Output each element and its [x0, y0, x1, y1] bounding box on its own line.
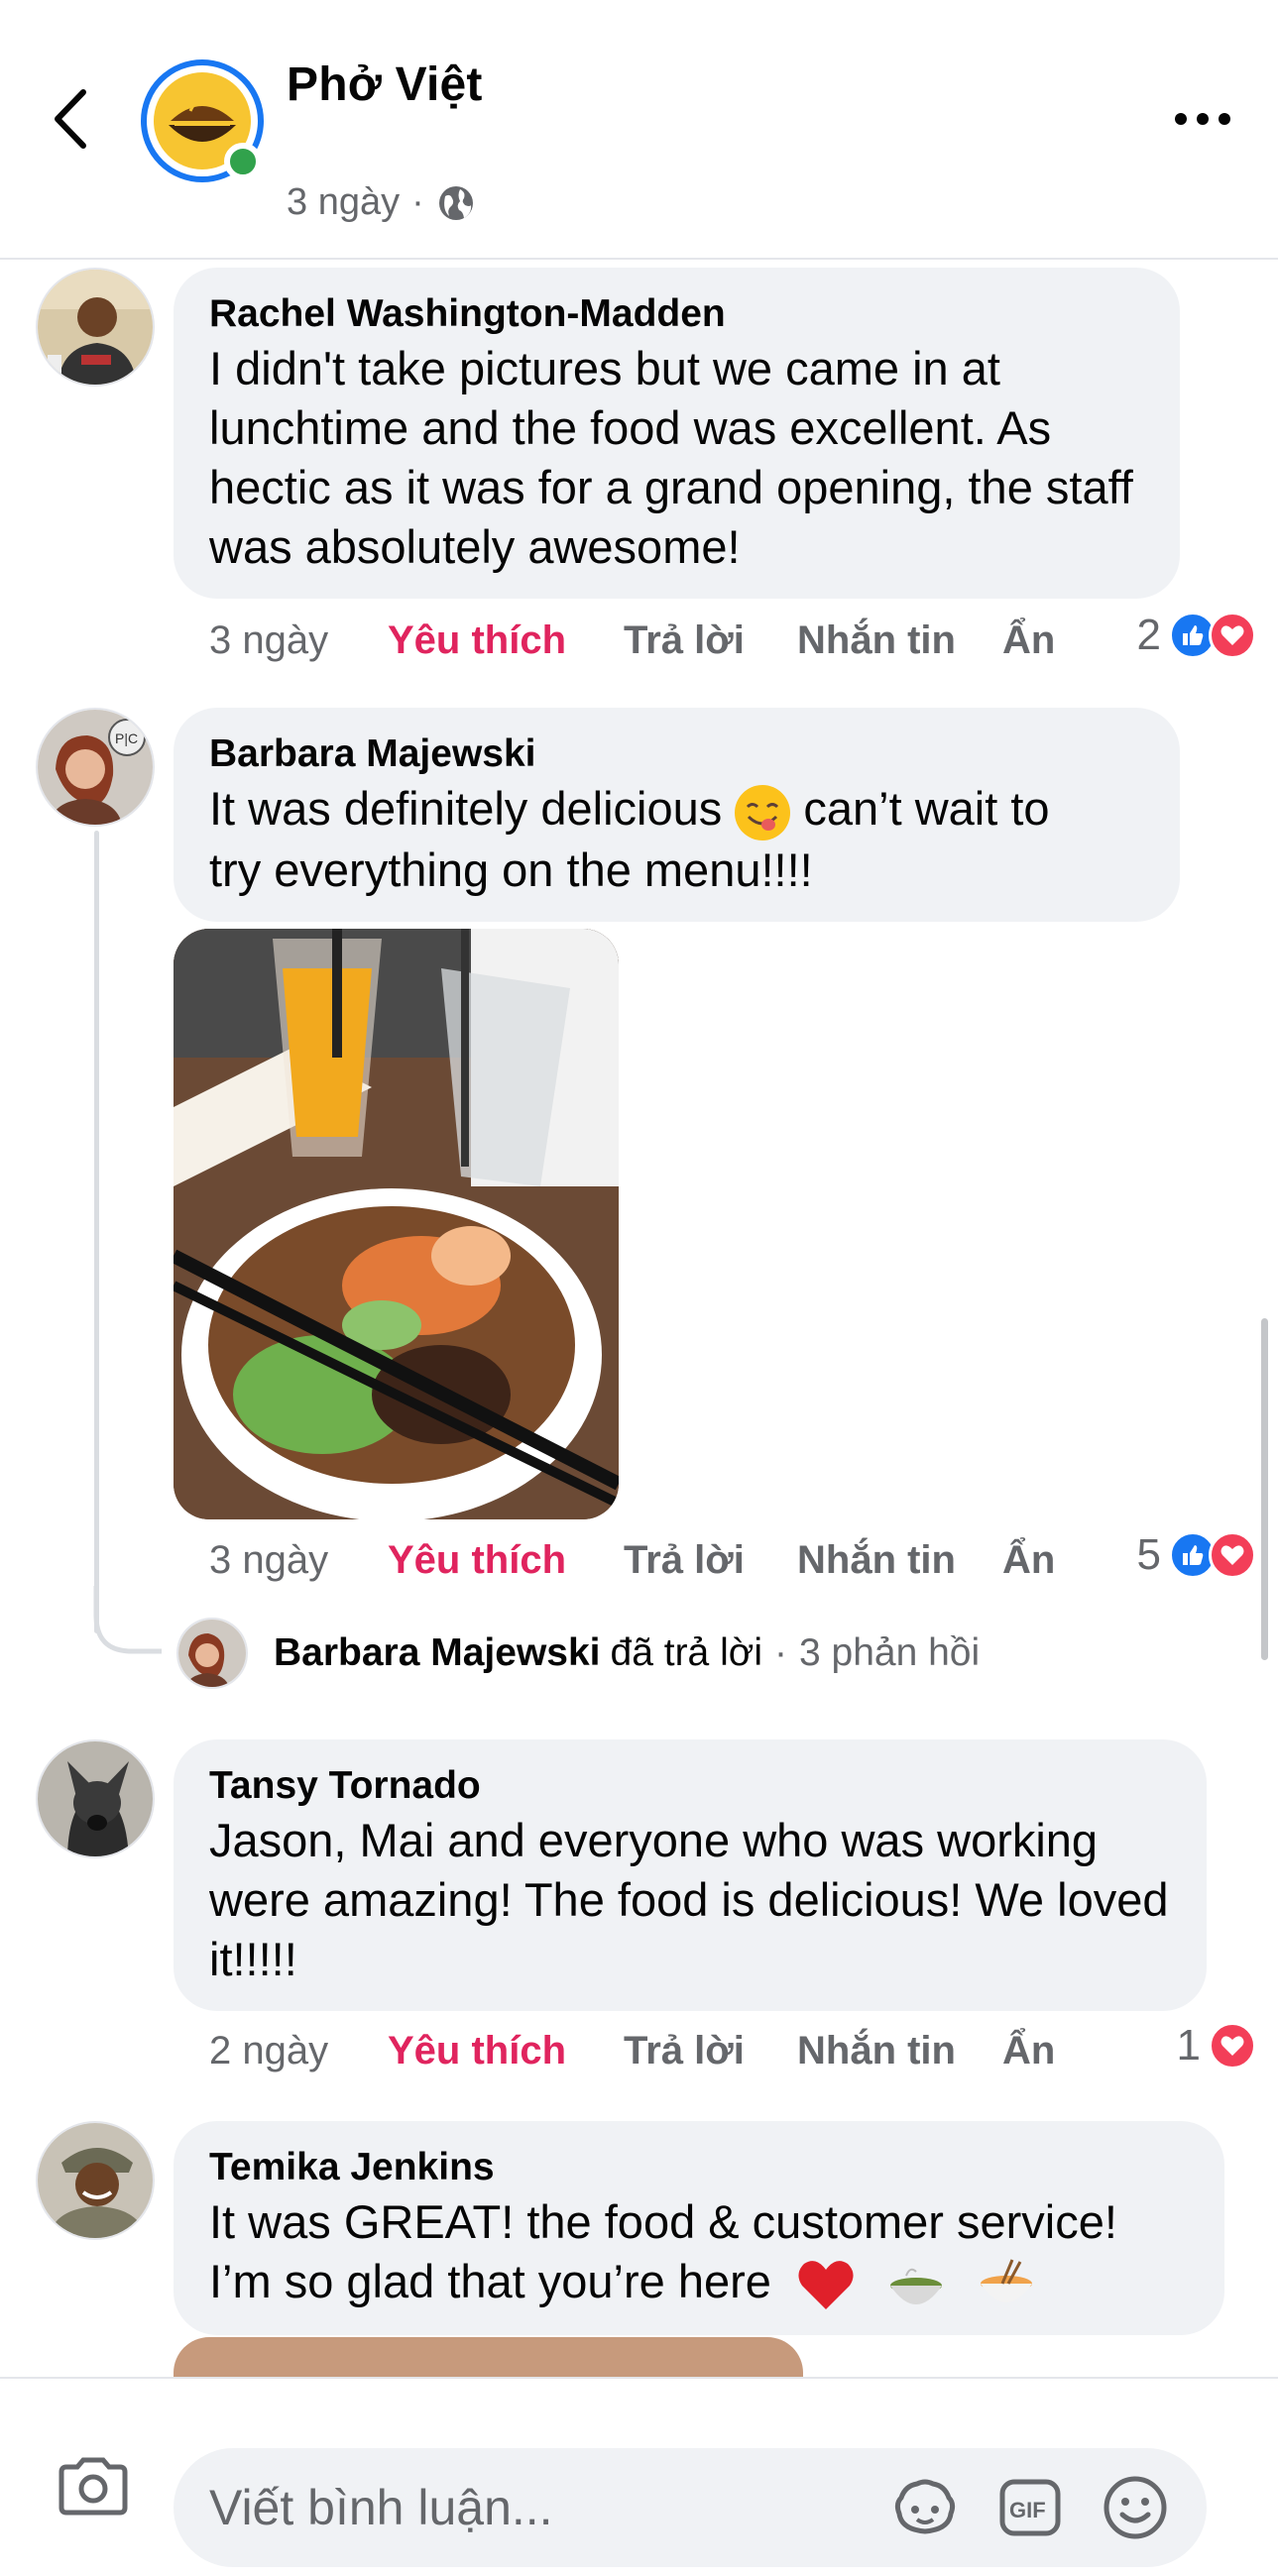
reply-action: đã trả lời — [610, 1631, 762, 1674]
comment-time[interactable]: 3 ngày — [209, 1538, 388, 1583]
reply-separator: · — [773, 1631, 787, 1674]
page-name[interactable]: Phở Việt — [287, 57, 483, 112]
reaction-summary[interactable]: 5 — [1137, 1530, 1256, 1580]
camera-button[interactable] — [58, 2456, 137, 2527]
comment-time[interactable]: 2 ngày — [209, 2029, 388, 2073]
comment-photo[interactable] — [174, 929, 619, 1519]
like-button[interactable]: Yêu thích — [388, 2029, 624, 2073]
comment-text-line: I’m so glad that you’re here — [209, 2255, 771, 2307]
camera-icon — [58, 2457, 128, 2516]
comment-bubble[interactable]: Rachel Washington-Madden I didn't take p… — [174, 268, 1180, 599]
comment-text: It was GREAT! the food & customer servic… — [209, 2192, 1189, 2313]
comment-author[interactable]: Tansy Tornado — [209, 1763, 1171, 1809]
avatar[interactable] — [36, 268, 155, 387]
avatar[interactable] — [36, 1739, 155, 1858]
dot-icon — [1175, 113, 1187, 125]
post-header: Phở Việt 3 ngày · — [0, 0, 1278, 260]
reply-button[interactable]: Trả lời — [624, 2029, 797, 2073]
comment-bubble[interactable]: Temika Jenkins It was GREAT! the food & … — [174, 2121, 1224, 2335]
reply-author: Barbara Majewski — [274, 1631, 601, 1674]
reply-avatar — [176, 1618, 248, 1689]
comment-text-line: It was GREAT! the food & customer servic… — [209, 2195, 1117, 2248]
hide-button[interactable]: Ẩn — [1002, 2029, 1055, 2073]
thread-connector — [93, 1586, 162, 1654]
reply-button[interactable]: Trả lời — [624, 618, 797, 663]
hide-button[interactable]: Ẩn — [1002, 618, 1055, 663]
online-status-dot — [224, 143, 262, 180]
ramen-bowl-emoji — [981, 2259, 1033, 2302]
avatar-sticker-icon — [894, 2479, 956, 2534]
comment-actions: 3 ngày Yêu thích Trả lời Nhắn tin Ẩn — [209, 1530, 1055, 1590]
comment-input[interactable] — [209, 2470, 824, 2545]
comment-time[interactable]: 3 ngày — [209, 618, 388, 663]
emoji-icon — [1104, 2476, 1167, 2539]
reaction-count: 5 — [1136, 1530, 1161, 1579]
comment-actions: 3 ngày Yêu thích Trả lời Nhắn tin Ẩn — [209, 611, 1055, 670]
post-meta: 3 ngày · — [287, 181, 476, 224]
comment-input-container: GIF — [174, 2448, 1207, 2567]
svg-text:GIF: GIF — [1009, 2498, 1046, 2522]
globe-icon — [438, 185, 473, 220]
comment-text-part: can’t wait to — [790, 782, 1050, 835]
svg-text:P|C: P|C — [115, 730, 138, 746]
message-button[interactable]: Nhắn tin — [797, 1538, 1002, 1583]
reply-count: 3 phản hồi — [798, 1631, 981, 1674]
back-button[interactable] — [40, 79, 99, 159]
reaction-summary[interactable]: 1 — [1177, 2021, 1256, 2071]
love-icon — [1209, 612, 1256, 659]
love-icon — [1209, 1531, 1256, 1579]
meta-separator: · — [411, 181, 424, 223]
comment-author[interactable]: Rachel Washington-Madden — [209, 291, 1144, 337]
hide-button[interactable]: Ẩn — [1002, 1538, 1055, 1583]
comment-bubble[interactable]: Barbara Majewski It was definitely delic… — [174, 708, 1180, 922]
scrollbar[interactable] — [1261, 1318, 1268, 1660]
comment-actions: 2 ngày Yêu thích Trả lời Nhắn tin Ẩn — [209, 2021, 1055, 2080]
comment-author[interactable]: Barbara Majewski — [209, 731, 1144, 777]
thread-line — [94, 831, 99, 1633]
reply-button[interactable]: Trả lời — [624, 1538, 797, 1583]
comment-text-part: try everything on the menu!!!! — [209, 842, 813, 896]
reaction-count: 2 — [1136, 611, 1161, 659]
gif-icon: GIF — [999, 2479, 1061, 2536]
dot-icon — [1219, 113, 1230, 125]
reaction-count: 1 — [1176, 2021, 1201, 2070]
message-button[interactable]: Nhắn tin — [797, 618, 1002, 663]
pho-bowl-emoji — [890, 2268, 943, 2304]
yum-face-emoji — [735, 784, 791, 840]
chevron-left-icon — [55, 89, 86, 149]
like-button[interactable]: Yêu thích — [388, 1538, 624, 1583]
comment-author[interactable]: Temika Jenkins — [209, 2145, 1189, 2190]
like-button[interactable]: Yêu thích — [388, 618, 624, 663]
more-options-button[interactable] — [1175, 99, 1244, 139]
post-time: 3 ngày — [287, 181, 401, 223]
emoji-button[interactable] — [1098, 2470, 1173, 2545]
comment-bubble[interactable]: Tansy Tornado Jason, Mai and everyone wh… — [174, 1739, 1207, 2011]
comment-text: It was definitely delicious can’t wait t… — [209, 779, 1144, 900]
comment-text-part: It was definitely delicious — [209, 782, 736, 835]
gif-button[interactable]: GIF — [992, 2470, 1068, 2545]
reaction-summary[interactable]: 2 — [1137, 611, 1256, 660]
avatar[interactable] — [36, 2121, 155, 2240]
comment-composer: GIF — [0, 2377, 1278, 2576]
red-heart-emoji — [798, 2260, 854, 2309]
comment-text: I didn't take pictures but we came in at… — [209, 342, 1133, 573]
dot-icon — [1197, 113, 1209, 125]
love-icon — [1209, 2022, 1256, 2070]
message-button[interactable]: Nhắn tin — [797, 2029, 1002, 2073]
view-replies-link[interactable]: Barbara Majewski đã trả lời · 3 phản hồi — [176, 1618, 980, 1689]
avatar[interactable]: P|C — [36, 708, 155, 827]
avatar-sticker-button[interactable] — [887, 2470, 963, 2545]
comment-text: Jason, Mai and everyone who was working … — [209, 1814, 1169, 1985]
